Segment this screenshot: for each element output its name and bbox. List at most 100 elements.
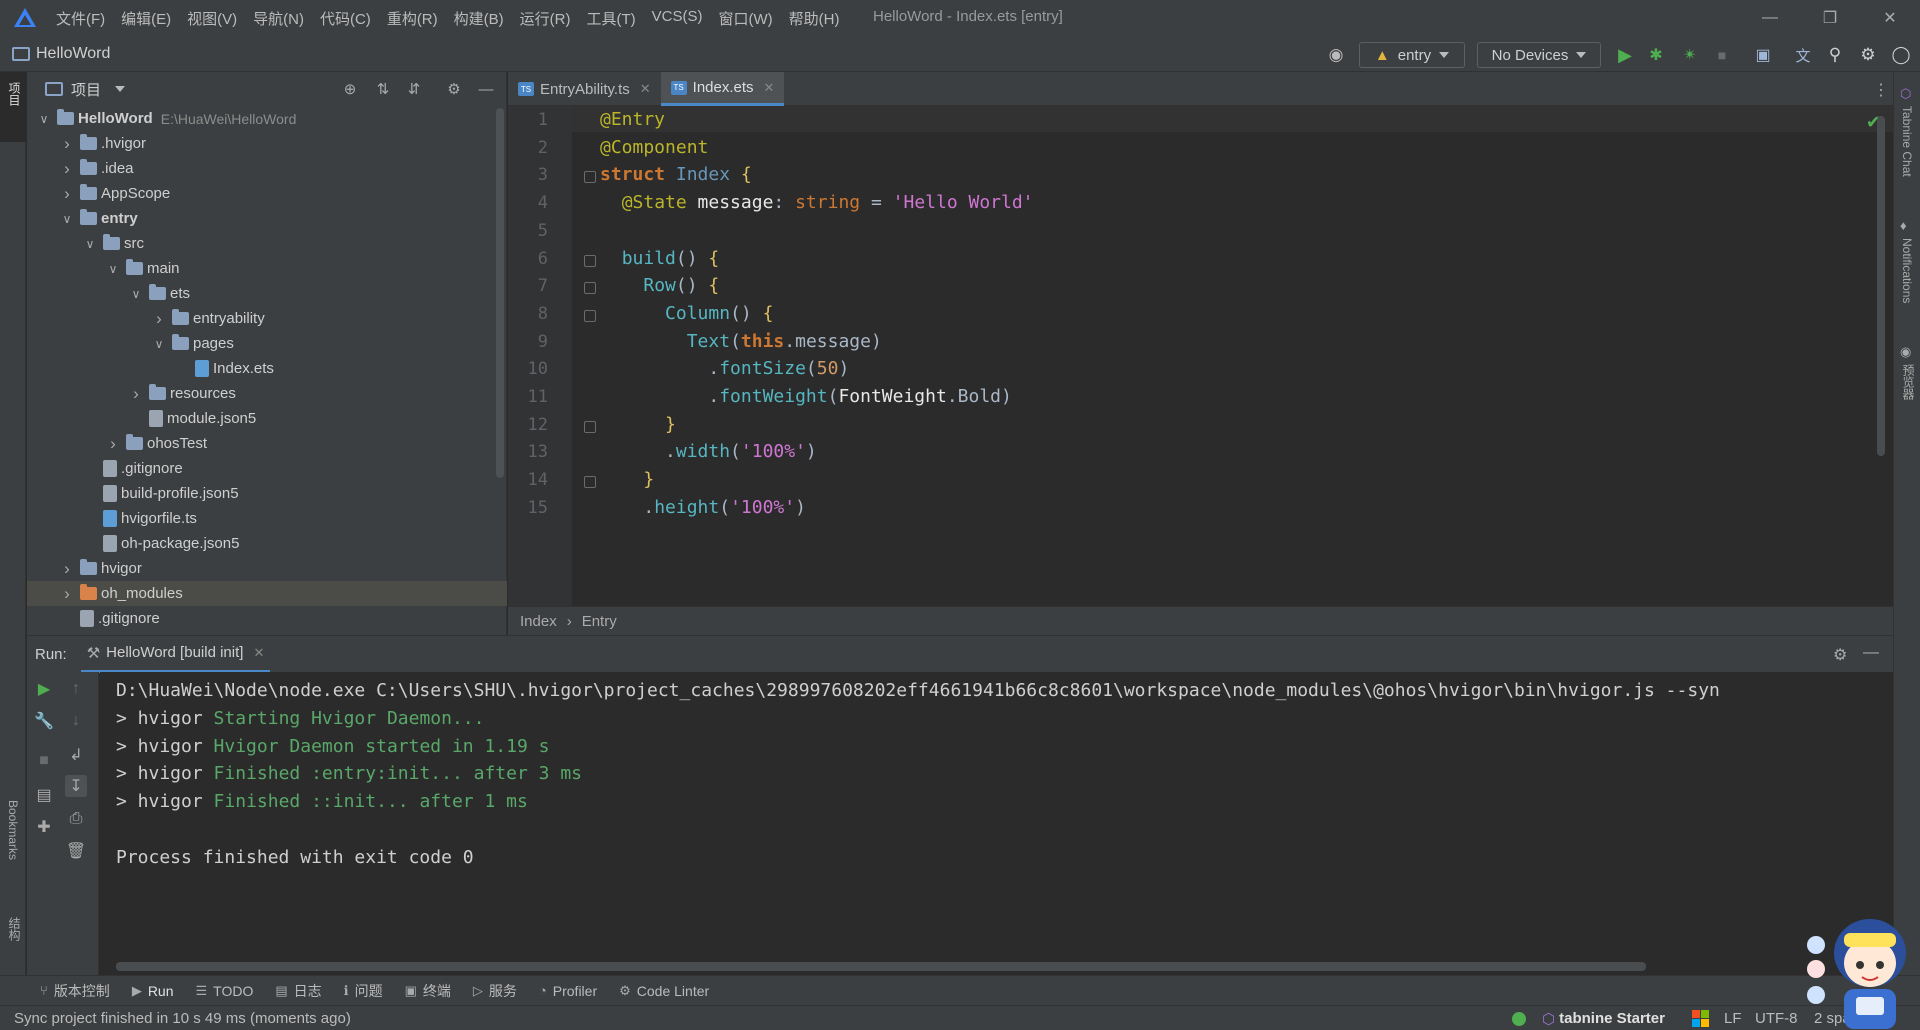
project-tool-tab[interactable]: 项目 xyxy=(0,72,26,142)
tool-window-button[interactable]: ⑂ 版本控制 xyxy=(40,981,110,1001)
stop-icon[interactable]: ■ xyxy=(1711,42,1733,68)
tool-window-button[interactable]: ▷ 服务 xyxy=(473,981,517,1001)
tabnine-chat-tab[interactable]: Tabnine Chat xyxy=(1900,106,1914,177)
tree-item[interactable]: › entryability xyxy=(27,306,507,331)
menu-item[interactable]: 工具(T) xyxy=(586,8,635,29)
chevron-right-icon[interactable]: › xyxy=(129,384,143,404)
gear-icon[interactable]: ⚙ xyxy=(445,80,463,98)
close-icon[interactable]: ✕ xyxy=(253,645,264,661)
file-encoding[interactable]: UTF-8 xyxy=(1755,1006,1798,1030)
locate-file-icon[interactable]: ⊕ xyxy=(341,80,359,98)
tool-window-button[interactable]: ▶ Run xyxy=(132,983,174,999)
breadcrumb-item[interactable]: Index xyxy=(520,613,557,630)
tree-item[interactable]: ∨ ets xyxy=(27,281,507,306)
run-console[interactable]: D:\HuaWei\Node\node.exe C:\Users\SHU\.hv… xyxy=(100,672,1893,975)
more-tabs-icon[interactable]: ⋮ xyxy=(1873,80,1889,100)
chevron-down-icon[interactable]: ∨ xyxy=(106,262,120,276)
menu-item[interactable]: 视图(V) xyxy=(187,8,237,29)
close-icon[interactable]: ✕ xyxy=(640,81,651,97)
chevron-right-icon[interactable]: › xyxy=(152,309,166,329)
chevron-down-icon[interactable]: ∨ xyxy=(37,112,51,126)
tool-window-button[interactable]: ◔ Profiler xyxy=(539,983,597,999)
search-icon[interactable]: ⚲ xyxy=(1824,42,1846,68)
editor-scrollbar[interactable] xyxy=(1877,116,1885,456)
breadcrumb-item[interactable]: Entry xyxy=(582,613,617,630)
menu-item[interactable]: 重构(R) xyxy=(387,8,438,29)
tree-item[interactable]: hvigorfile.ts xyxy=(27,506,507,531)
line-separator[interactable]: LF xyxy=(1724,1006,1742,1030)
tree-item[interactable]: oh-package.json5 xyxy=(27,531,507,556)
stop-icon[interactable]: ■ xyxy=(33,750,55,772)
tree-item[interactable]: module.json5 xyxy=(27,406,507,431)
run-config-tab[interactable]: ⚒ HelloWord [build init] ✕ xyxy=(80,636,271,673)
chevron-right-icon[interactable]: › xyxy=(60,159,74,179)
gear-icon[interactable]: ⚙ xyxy=(1833,645,1847,665)
chevron-down-icon[interactable] xyxy=(115,86,126,92)
run-config-select[interactable]: ▲ entry xyxy=(1359,42,1465,68)
chevron-right-icon[interactable]: › xyxy=(60,184,74,204)
tool-window-button[interactable]: ▣ 终端 xyxy=(405,981,451,1001)
fold-marker-icon[interactable] xyxy=(584,476,596,489)
fold-marker-icon[interactable] xyxy=(584,309,596,322)
tree-scrollbar[interactable] xyxy=(496,108,504,478)
tree-item[interactable]: › .idea xyxy=(27,156,507,181)
tree-item[interactable]: ∨ entry xyxy=(27,206,507,231)
tree-item[interactable]: › ohosTest xyxy=(27,431,507,456)
project-name[interactable]: HelloWord xyxy=(36,45,110,63)
chevron-down-icon[interactable]: ∨ xyxy=(60,212,74,226)
previewer-tab[interactable]: 预览器 xyxy=(1900,364,1917,400)
hide-panel-icon[interactable]: — xyxy=(1863,644,1879,662)
menu-item[interactable]: 窗口(W) xyxy=(718,8,772,29)
tree-item[interactable]: › AppScope xyxy=(27,181,507,206)
hide-panel-icon[interactable]: — xyxy=(477,80,495,98)
structure-tab-label[interactable]: 结构 xyxy=(6,917,23,941)
code-editor[interactable]: 1 2 3 4 5 6 7 8 9 10 11 12 13 14 15 ✔ @Entry @Component… xyxy=(508,106,1893,606)
tree-item[interactable]: Index.ets xyxy=(27,356,507,381)
tree-item[interactable]: ∨ src xyxy=(27,231,507,256)
close-window-button[interactable]: ✕ xyxy=(1860,0,1920,36)
tree-item[interactable]: build-profile.json5 xyxy=(27,481,507,506)
menu-item[interactable]: 导航(N) xyxy=(253,8,304,29)
soft-wrap-icon[interactable]: ↲ xyxy=(65,744,87,766)
tree-item[interactable]: ∨ main xyxy=(27,256,507,281)
tree-item[interactable]: ∨ HelloWord E:\HuaWei\HelloWord xyxy=(27,106,507,131)
tree-item[interactable]: › hvigor xyxy=(27,556,507,581)
tree-item[interactable]: .gitignore xyxy=(27,606,507,631)
tree-item[interactable]: › resources xyxy=(27,381,507,406)
project-panel-title[interactable]: 项目 xyxy=(71,79,101,100)
account-icon[interactable]: ◯ xyxy=(1890,42,1912,68)
editor-tab[interactable]: TS EntryAbility.ts ✕ xyxy=(508,72,661,106)
debug-icon[interactable]: ✱ xyxy=(1645,42,1667,68)
chevron-right-icon[interactable]: › xyxy=(60,584,74,604)
arrow-down-icon[interactable]: ↓ xyxy=(65,710,87,732)
scroll-to-end-icon[interactable]: ↧ xyxy=(65,775,87,797)
device-manager-icon[interactable]: ▣ xyxy=(1752,42,1774,68)
status-indicator-icon[interactable] xyxy=(1512,1006,1526,1030)
close-icon[interactable]: ✕ xyxy=(764,80,775,96)
menu-item[interactable]: 构建(B) xyxy=(454,8,504,29)
collapse-all-icon[interactable]: ⇵ xyxy=(405,80,423,98)
restore-button[interactable]: ❐ xyxy=(1800,0,1860,36)
tree-item[interactable]: › oh_modules xyxy=(27,581,507,606)
print-icon[interactable]: ⎙ xyxy=(65,808,87,830)
pin-icon[interactable]: ✚ xyxy=(33,816,55,838)
fold-marker-icon[interactable] xyxy=(584,171,596,184)
minimize-button[interactable]: — xyxy=(1740,0,1800,36)
menu-item[interactable]: 帮助(H) xyxy=(789,8,840,29)
tool-window-button[interactable]: ℹ 问题 xyxy=(344,981,383,1001)
menu-item[interactable]: 代码(C) xyxy=(320,8,371,29)
attach-debugger-icon[interactable]: ✴ xyxy=(1679,42,1701,68)
chevron-down-icon[interactable]: ∨ xyxy=(83,237,97,251)
chevron-right-icon[interactable]: › xyxy=(106,434,120,454)
bookmarks-tab-label[interactable]: Bookmarks xyxy=(6,800,20,860)
fold-marker-icon[interactable] xyxy=(584,420,596,433)
rerun-icon[interactable]: ▶ xyxy=(33,678,55,700)
layout-icon[interactable]: ▤ xyxy=(33,784,55,806)
arrow-up-icon[interactable]: ↑ xyxy=(65,678,87,700)
tool-window-button[interactable]: ⚙ Code Linter xyxy=(619,983,709,999)
tree-item[interactable]: .gitignore xyxy=(27,456,507,481)
tabnine-status[interactable]: ⬡ tabnine Starter xyxy=(1542,1006,1665,1030)
tool-window-button[interactable]: ☰ TODO xyxy=(196,983,254,999)
windows-icon[interactable] xyxy=(1692,1006,1709,1030)
menu-item[interactable]: 文件(F) xyxy=(56,8,105,29)
